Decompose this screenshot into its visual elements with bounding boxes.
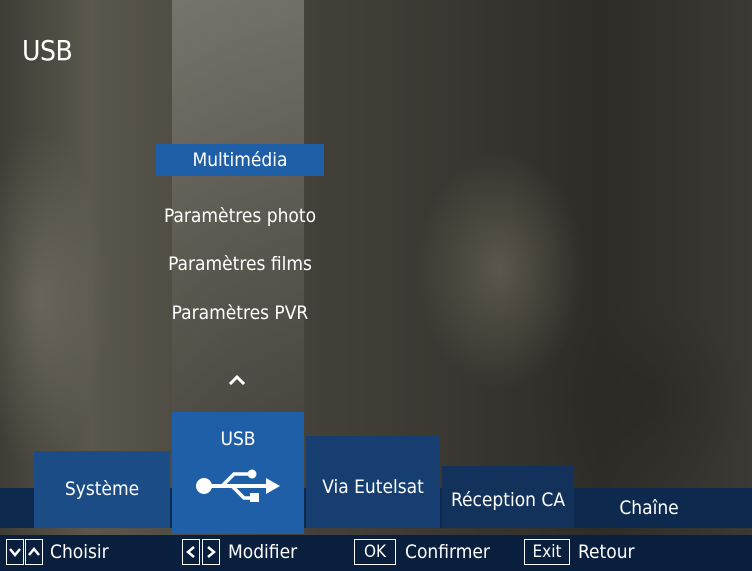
category-label-chaine: Chaîne [619, 497, 679, 519]
key-right-icon [202, 539, 220, 565]
usb-icon [196, 469, 280, 502]
hint-choisir: Choisir [50, 541, 109, 563]
category-tile-systeme[interactable]: Système [34, 451, 170, 528]
category-tile-via-eutelsat[interactable]: Via Eutelsat [306, 436, 440, 528]
menu-item-photo-settings[interactable]: Paramètres photo [156, 200, 324, 232]
key-exit: Exit [524, 539, 570, 565]
key-hint-bar: Choisir Modifier OK Confirmer Exit Retou… [0, 535, 752, 571]
menu-item-multimedia[interactable]: Multimédia [156, 144, 324, 176]
category-tile-reception-ca[interactable]: Réception CA [442, 466, 574, 528]
key-ok: OK [354, 539, 396, 565]
category-label-via-eutelsat: Via Eutelsat [322, 476, 424, 498]
category-label-reception-ca: Réception CA [450, 489, 566, 511]
page-title: USB [22, 34, 73, 67]
menu-item-pvr-settings[interactable]: Paramètres PVR [156, 297, 324, 329]
hint-modifier: Modifier [228, 541, 298, 563]
category-label-systeme: Système [64, 478, 140, 500]
hint-retour: Retour [578, 541, 635, 563]
key-down-icon [6, 539, 24, 565]
menu-item-film-settings[interactable]: Paramètres films [156, 248, 324, 280]
scroll-up-icon[interactable] [222, 368, 252, 390]
key-up-icon [25, 539, 43, 565]
usb-settings-screen: USB Multimédia Paramètres photo Paramètr… [0, 0, 752, 571]
category-tile-usb[interactable]: USB [172, 412, 304, 534]
category-tile-chaine[interactable]: Chaîne [574, 488, 724, 528]
hint-confirmer: Confirmer [405, 541, 490, 563]
category-label-usb: USB [220, 428, 256, 450]
key-left-icon [182, 539, 200, 565]
